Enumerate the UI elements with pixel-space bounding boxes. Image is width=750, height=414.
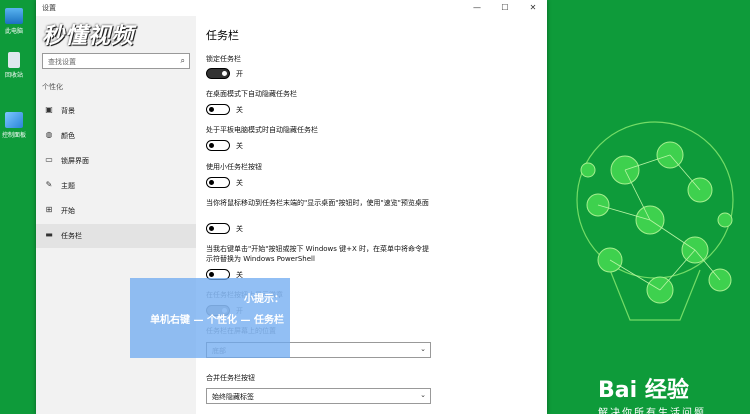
sidebar-item-start[interactable]: ⊞ 开始 bbox=[36, 199, 196, 223]
search-placeholder: 查找设置 bbox=[48, 58, 76, 66]
combine-buttons-select[interactable]: 始终隐藏标签 ⌄ bbox=[206, 388, 431, 404]
sidebar-item-label: 锁屏界面 bbox=[61, 157, 89, 165]
page-title: 任务栏 bbox=[206, 29, 239, 42]
setting-label: 使用小任务栏按钮 bbox=[206, 163, 262, 171]
title-bar: 设置 — ☐ ✕ bbox=[36, 0, 547, 16]
control-panel-icon bbox=[5, 112, 23, 128]
search-icon[interactable]: ⌕ bbox=[181, 56, 185, 66]
settings-window: 设置 — ☐ ✕ 查找设置 ⌕ 个性化 ▣ 背景 ◍ 颜色 ▭ 锁屏界面 ✎ 主… bbox=[36, 0, 547, 414]
setting-label: 当你将鼠标移动到任务栏末端的"显示桌面"按钮时，使用"速览"预览桌面 bbox=[206, 199, 429, 207]
toggle-state: 开 bbox=[236, 70, 243, 78]
setting-label: 锁定任务栏 bbox=[206, 55, 241, 63]
desktop-icon-recycle-bin[interactable]: 回收站 bbox=[0, 52, 28, 79]
sidebar-item-colors[interactable]: ◍ 颜色 bbox=[36, 124, 196, 148]
setting-label: 在桌面模式下自动隐藏任务栏 bbox=[206, 90, 297, 98]
window-title: 设置 bbox=[42, 4, 56, 12]
taskbar-icon: ▬ bbox=[45, 230, 53, 239]
computer-icon bbox=[5, 8, 23, 24]
lock-screen-icon: ▭ bbox=[45, 155, 53, 164]
toggle-state: 关 bbox=[236, 142, 243, 150]
palette-icon: ◍ bbox=[45, 130, 53, 139]
recycle-bin-icon bbox=[8, 52, 20, 68]
tip-overlay: 小提示： 单机右键 — 个性化 — 任务栏 bbox=[130, 278, 290, 358]
setting-label: 处于平板电脑模式时自动隐藏任务栏 bbox=[206, 126, 318, 134]
chevron-down-icon: ⌄ bbox=[420, 345, 426, 353]
minimize-button[interactable]: — bbox=[463, 0, 491, 16]
toggle-switch[interactable] bbox=[206, 223, 230, 234]
watermark-logo: 秒懂视频 bbox=[42, 24, 135, 49]
chevron-down-icon: ⌄ bbox=[420, 391, 426, 399]
maximize-button[interactable]: ☐ bbox=[491, 0, 519, 16]
setting-label: 当我右键单击"开始"按钮或按下 Windows 键+X 时，在菜单中将命令提示符… bbox=[206, 245, 430, 263]
sidebar-item-themes[interactable]: ✎ 主题 bbox=[36, 174, 196, 198]
toggle-switch[interactable] bbox=[206, 177, 230, 188]
toggle-state: 关 bbox=[236, 225, 243, 233]
sidebar-item-label: 任务栏 bbox=[61, 232, 82, 240]
lightbulb-graphic bbox=[576, 121, 734, 321]
desktop-icon-this-pc[interactable]: 此电脑 bbox=[0, 8, 28, 35]
setting-label: 合并任务栏按钮 bbox=[206, 374, 255, 382]
toggle-switch[interactable] bbox=[206, 140, 230, 151]
image-icon: ▣ bbox=[45, 105, 53, 114]
sidebar-item-lock-screen[interactable]: ▭ 锁屏界面 bbox=[36, 149, 196, 173]
desktop-icon-label: 控制面板 bbox=[1, 132, 26, 139]
section-heading: 个性化 bbox=[42, 83, 63, 91]
close-button[interactable]: ✕ bbox=[519, 0, 547, 16]
tip-text: 单机右键 — 个性化 — 任务栏 bbox=[150, 315, 284, 326]
toggle-switch[interactable] bbox=[206, 68, 230, 79]
select-value: 始终隐藏标签 bbox=[212, 393, 254, 401]
baidu-jingyan-logo: Bai 经验 bbox=[598, 378, 689, 403]
sidebar-item-label: 开始 bbox=[61, 207, 75, 215]
toggle-state: 关 bbox=[236, 106, 243, 114]
desktop-icon-control-panel[interactable]: 控制面板 bbox=[0, 112, 28, 139]
start-grid-icon: ⊞ bbox=[45, 205, 53, 214]
sidebar-item-label: 主题 bbox=[61, 182, 75, 190]
sidebar-item-label: 背景 bbox=[61, 107, 75, 115]
brush-icon: ✎ bbox=[45, 180, 53, 189]
desktop-icon-label: 回收站 bbox=[4, 72, 23, 79]
desktop-icon-label: 此电脑 bbox=[4, 28, 23, 35]
sidebar-item-taskbar[interactable]: ▬ 任务栏 bbox=[36, 224, 196, 248]
brand-slogan: 解决你所有生活问题 bbox=[598, 408, 706, 414]
toggle-state: 关 bbox=[236, 179, 243, 187]
tip-title: 小提示： bbox=[244, 294, 284, 305]
search-input[interactable]: 查找设置 ⌕ bbox=[42, 53, 190, 69]
sidebar-item-background[interactable]: ▣ 背景 bbox=[36, 99, 196, 123]
sidebar-item-label: 颜色 bbox=[61, 132, 75, 140]
toggle-switch[interactable] bbox=[206, 104, 230, 115]
